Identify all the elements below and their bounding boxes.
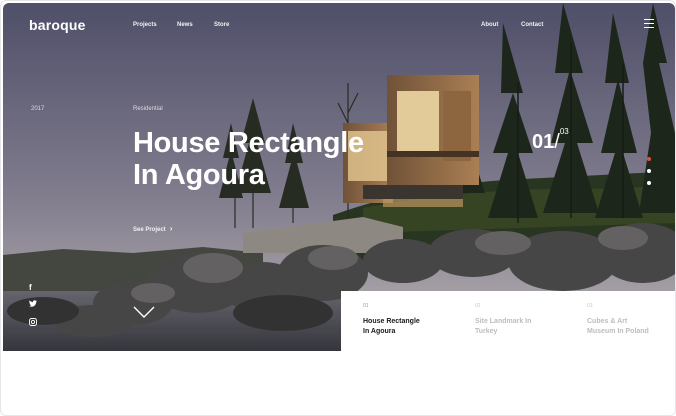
slide-dot-2[interactable] xyxy=(647,169,651,173)
instagram-icon[interactable] xyxy=(29,318,37,328)
nav-link-store[interactable]: Store xyxy=(214,22,229,28)
nav-link-contact[interactable]: Contact xyxy=(521,22,543,28)
project-card-title: Site Landmark In Turkey xyxy=(475,317,575,337)
project-card-title-line-1: Cubes & Art xyxy=(587,318,628,325)
project-card-1[interactable]: 01 House Rectangle In Agoura xyxy=(363,303,463,337)
slide-counter-total: 03 xyxy=(559,127,569,136)
page-frame: baroque Projects News Store About Contac… xyxy=(0,0,676,416)
project-card-title-line-1: House Rectangle xyxy=(363,318,420,325)
project-card-title: House Rectangle In Agoura xyxy=(363,317,463,337)
project-card-number: 03 xyxy=(587,303,593,309)
slide-dots xyxy=(647,157,651,193)
see-project-link[interactable]: See Project › xyxy=(133,224,172,233)
project-year: 2017 xyxy=(31,106,45,112)
see-project-label: See Project xyxy=(133,227,166,233)
nav-link-projects[interactable]: Projects xyxy=(133,22,157,28)
scroll-down-chevron-icon[interactable] xyxy=(133,306,155,318)
facebook-icon[interactable]: f xyxy=(29,283,32,292)
project-card-number: 01 xyxy=(363,303,369,309)
project-card-2[interactable]: 02 Site Landmark In Turkey xyxy=(475,303,575,337)
project-list: 01 House Rectangle In Agoura 02 Site Lan… xyxy=(341,291,675,353)
hero-title-line-2: In Agoura xyxy=(133,159,265,191)
twitter-bird-icon[interactable] xyxy=(29,300,37,309)
project-card-title: Cubes & Art Museum In Poland xyxy=(587,317,675,337)
nav-link-about[interactable]: About xyxy=(481,22,498,28)
hamburger-menu-icon[interactable] xyxy=(644,19,654,28)
chevron-right-icon: › xyxy=(169,224,173,233)
slide-counter-separator: / xyxy=(554,131,560,153)
project-card-title-line-2: Museum In Poland xyxy=(587,328,649,335)
project-card-3[interactable]: 03 Cubes & Art Museum In Poland xyxy=(587,303,675,337)
hero-title: House Rectangle In Agoura xyxy=(133,127,364,191)
slide-dot-3[interactable] xyxy=(647,181,651,185)
brand-logo[interactable]: baroque xyxy=(29,17,86,33)
slide-counter: 01/03 xyxy=(532,127,569,154)
project-category: Residential xyxy=(133,106,163,112)
project-card-title-line-1: Site Landmark In xyxy=(475,318,532,325)
slide-counter-current: 01 xyxy=(532,131,555,153)
slide-dot-1[interactable] xyxy=(647,157,651,161)
project-card-title-line-2: In Agoura xyxy=(363,328,396,335)
nav-link-news[interactable]: News xyxy=(177,22,193,28)
project-card-title-line-2: Turkey xyxy=(475,328,498,335)
project-card-number: 02 xyxy=(475,303,481,309)
hero-title-line-1: House Rectangle xyxy=(133,127,364,159)
